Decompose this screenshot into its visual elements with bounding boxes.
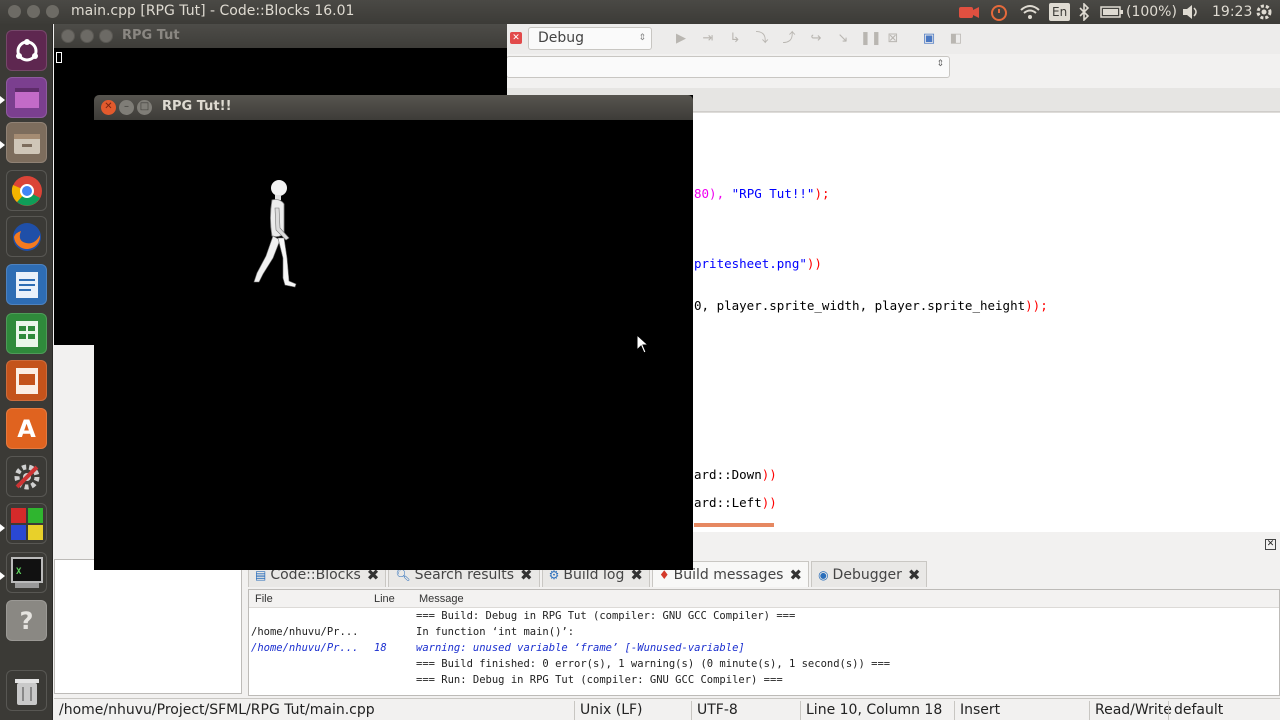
table-row[interactable]: /home/nhuvu/Pr... 18 warning: unused varia… xyxy=(249,640,1279,656)
firefox-icon[interactable] xyxy=(6,216,47,257)
running-indicator xyxy=(0,524,5,532)
status-access: Read/Write xyxy=(1089,701,1172,720)
status-line-endings: Unix (LF) xyxy=(574,701,643,720)
console-titlebar[interactable]: RPG Tut xyxy=(54,24,507,48)
impress-icon[interactable] xyxy=(6,360,47,401)
console-title: RPG Tut xyxy=(122,28,180,43)
code-line: ard::Down)) xyxy=(694,467,777,482)
close-window-button[interactable] xyxy=(8,5,21,18)
pause-icon[interactable]: ❚❚ xyxy=(860,30,882,48)
status-encoding: UTF-8 xyxy=(691,701,738,720)
trash-icon[interactable] xyxy=(6,670,47,711)
table-row[interactable]: === Run: Debug in RPG Tut (compiler: GNU… xyxy=(249,672,1279,688)
gear-icon[interactable] xyxy=(1255,2,1273,22)
close-icon[interactable]: ✖ xyxy=(789,566,802,584)
code-line: ard::Left)) xyxy=(694,495,777,510)
clock[interactable]: 19:23 xyxy=(1212,2,1252,22)
settings-icon[interactable] xyxy=(6,456,47,497)
status-language: default xyxy=(1168,701,1223,720)
various-info-icon[interactable]: ◧ xyxy=(947,30,965,48)
close-icon[interactable]: ✖ xyxy=(908,566,921,584)
status-file-path: /home/nhuvu/Project/SFML/RPG Tut/main.cp… xyxy=(59,702,375,718)
table-row[interactable]: === Build finished: 0 error(s), 1 warnin… xyxy=(249,656,1279,672)
running-indicator xyxy=(0,141,5,149)
code-completion-combo[interactable]: ⇕ xyxy=(506,56,950,78)
table-header: File Line Message xyxy=(249,590,1279,608)
build-messages-table[interactable]: File Line Message === Build: Debug in RP… xyxy=(248,589,1280,696)
partial-code-line xyxy=(694,523,774,527)
column-header-line[interactable]: Line xyxy=(374,593,395,605)
window-title: main.cpp [RPG Tut] - Code::Blocks 16.01 xyxy=(71,3,355,19)
dash-icon[interactable] xyxy=(6,30,47,71)
next-line-icon[interactable]: ↳ xyxy=(726,30,744,48)
terminal-cursor xyxy=(56,52,62,63)
column-header-message[interactable]: Message xyxy=(419,593,464,605)
codeblocks-icon[interactable] xyxy=(6,503,47,544)
game-title: RPG Tut!! xyxy=(162,99,232,114)
maximize-window-button[interactable] xyxy=(46,5,59,18)
status-bar: /home/nhuvu/Project/SFML/RPG Tut/main.cp… xyxy=(54,698,1280,720)
camera-icon[interactable] xyxy=(958,2,980,22)
build-target-value: Debug xyxy=(538,30,585,46)
close-window-button[interactable]: ✕ xyxy=(101,100,116,115)
software-center-icon[interactable]: A xyxy=(6,408,47,449)
writer-icon[interactable] xyxy=(6,264,47,305)
code-line: 80), "RPG Tut!!"); xyxy=(694,186,830,201)
xterm-icon[interactable]: X xyxy=(6,552,47,593)
step-into-icon[interactable]: ⤵ xyxy=(753,30,771,48)
help-icon[interactable]: ? xyxy=(6,600,47,641)
run-to-cursor-icon[interactable]: ⇥ xyxy=(699,30,717,48)
close-icon[interactable]: ✕ xyxy=(1265,539,1276,550)
battery-percent: (100%) xyxy=(1126,4,1177,20)
chevron-updown-icon: ⇕ xyxy=(638,33,646,43)
code-line: 0, player.sprite_width, player.sprite_he… xyxy=(694,298,1048,313)
battery-icon xyxy=(1100,6,1123,18)
chevron-updown-icon: ⇕ xyxy=(936,59,944,69)
alarm-clock-icon[interactable] xyxy=(989,2,1009,22)
debug-run-icon[interactable]: ▶ xyxy=(672,30,690,48)
debug-windows-icon[interactable]: ▣ xyxy=(920,30,938,48)
maximize-window-button[interactable]: □ xyxy=(137,100,152,115)
svg-text:X: X xyxy=(16,567,22,577)
step-out-icon[interactable]: ⤴ xyxy=(780,30,798,48)
player-sprite xyxy=(253,180,297,288)
workspace-icon[interactable] xyxy=(6,77,47,118)
running-indicator xyxy=(0,96,5,104)
table-row[interactable]: /home/nhuvu/Pr... In function ‘int main()… xyxy=(249,624,1279,640)
minimize-window-button[interactable] xyxy=(80,29,94,43)
stop-debug-icon[interactable]: ⊠ xyxy=(884,30,902,48)
build-target-select[interactable]: Debug ⇕ xyxy=(528,27,652,50)
management-panel[interactable] xyxy=(54,559,242,694)
calc-icon[interactable] xyxy=(6,313,47,354)
mouse-cursor-icon xyxy=(636,334,650,354)
status-cursor-position: Line 10, Column 18 xyxy=(800,701,942,720)
step-instruction-icon[interactable]: ↘ xyxy=(834,30,852,48)
top-panel: main.cpp [RPG Tut] - Code::Blocks 16.01 … xyxy=(0,0,1280,24)
close-window-button[interactable] xyxy=(61,29,75,43)
running-indicator xyxy=(0,572,5,580)
game-titlebar[interactable]: ✕ – □ RPG Tut!! xyxy=(94,95,693,120)
tab-debugger[interactable]: ◉ Debugger ✖ xyxy=(811,561,928,587)
next-instruction-icon[interactable]: ↪ xyxy=(807,30,825,48)
column-header-file[interactable]: File xyxy=(255,593,273,605)
volume-icon[interactable] xyxy=(1181,2,1201,22)
game-window[interactable]: ✕ – □ RPG Tut!! xyxy=(94,95,693,570)
maximize-window-button[interactable] xyxy=(99,29,113,43)
files-icon[interactable] xyxy=(6,122,47,163)
wifi-icon[interactable] xyxy=(1019,2,1041,22)
minimize-window-button[interactable] xyxy=(27,5,40,18)
status-insert-mode: Insert xyxy=(954,701,1000,720)
bluetooth-icon[interactable] xyxy=(1078,2,1090,22)
battery-indicator[interactable]: (100%) xyxy=(1100,2,1177,22)
table-row[interactable]: === Build: Debug in RPG Tut (compiler: G… xyxy=(249,608,1279,624)
launcher: A X ? xyxy=(0,24,53,720)
code-line: pritesheet.png")) xyxy=(694,256,822,271)
chrome-icon[interactable] xyxy=(6,170,47,211)
abort-icon[interactable]: ✕ xyxy=(510,32,522,44)
debugger-icon: ◉ xyxy=(818,567,829,582)
keyboard-layout-indicator[interactable]: En xyxy=(1049,3,1071,21)
minimize-window-button[interactable]: – xyxy=(119,100,134,115)
